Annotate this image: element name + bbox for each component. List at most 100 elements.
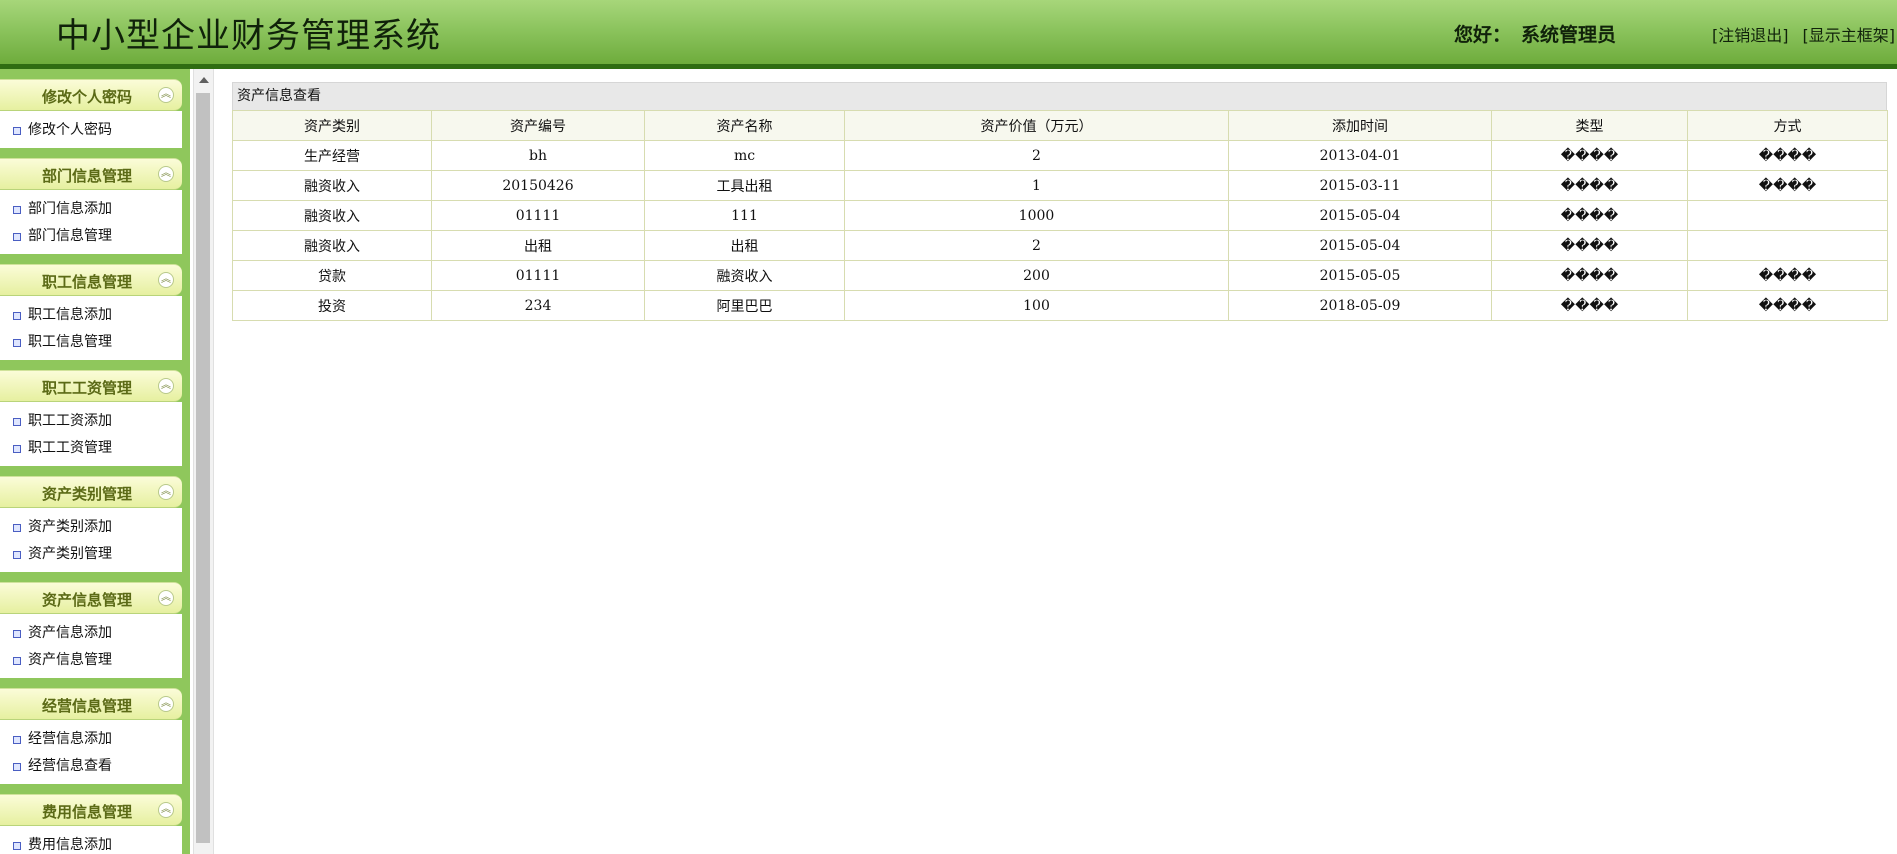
table-cell: 2015-05-04: [1228, 230, 1492, 261]
table-cell: 20150426: [431, 170, 645, 201]
menu-group-header[interactable]: 经营信息管理 ︽: [0, 688, 182, 720]
greeting-label: 您好：: [1454, 24, 1512, 46]
menu-item-label: 职工信息管理: [28, 334, 112, 350]
menu-item-list: 资产类别添加资产类别管理: [0, 508, 182, 572]
menu-item[interactable]: 职工工资管理: [0, 435, 182, 462]
menu-item[interactable]: 部门信息添加: [0, 196, 182, 223]
menu-item-label: 职工信息添加: [28, 307, 112, 323]
menu-group-header[interactable]: 修改个人密码 ︽: [0, 79, 182, 111]
sidebar-scrollbar[interactable]: [193, 69, 214, 854]
menu-group-header[interactable]: 费用信息管理 ︽: [0, 794, 182, 826]
menu-item-label: 资产类别添加: [28, 519, 112, 535]
menu-item[interactable]: 资产信息添加: [0, 620, 182, 647]
menu-group-header[interactable]: 部门信息管理 ︽: [0, 158, 182, 190]
table-cell: 融资收入: [232, 230, 432, 261]
menu-item[interactable]: 职工信息管理: [0, 329, 182, 356]
show-main-frame-link[interactable]: [显示主框架]: [1803, 22, 1896, 46]
table-cell: 1000: [844, 200, 1229, 231]
table-cell: 2013-04-01: [1228, 140, 1492, 171]
double-chevron-up-icon[interactable]: ︽: [158, 590, 174, 606]
menu-group-title: 职工信息管理: [42, 273, 133, 291]
table-row: 融资收入 01111 111 1000 2015-05-04 ����: [232, 200, 1888, 231]
table-cell: [1687, 230, 1888, 261]
menu-item[interactable]: 经营信息添加: [0, 726, 182, 753]
menu-group: 职工工资管理 ︽ 职工工资添加 职工工资管理: [0, 370, 182, 466]
table-cell: 01111: [431, 260, 645, 291]
menu-group-header[interactable]: 职工信息管理 ︽: [0, 264, 182, 296]
bullet-square-icon: [13, 630, 21, 638]
bullet-square-icon: [13, 445, 21, 453]
double-chevron-up-icon[interactable]: ︽: [158, 166, 174, 182]
column-header: 类型: [1491, 110, 1688, 141]
menu-group-header[interactable]: 资产类别管理 ︽: [0, 476, 182, 508]
menu-item[interactable]: 费用信息添加: [0, 832, 182, 854]
table-body: 生产经营 bh mc 2 2013-04-01 ���� ���� 融资收入 20150426 工…: [232, 140, 1888, 321]
table-cell: 融资收入: [232, 170, 432, 201]
menu-item[interactable]: 职工工资添加: [0, 408, 182, 435]
table-cell: 出租: [431, 230, 645, 261]
table-cell: 1: [844, 170, 1229, 201]
menu-group-header[interactable]: 职工工资管理 ︽: [0, 370, 182, 402]
table-cell: 2: [844, 230, 1229, 261]
menu-group-title: 资产信息管理: [42, 591, 133, 609]
menu-group-header[interactable]: 资产信息管理 ︽: [0, 582, 182, 614]
double-chevron-up-icon[interactable]: ︽: [158, 272, 174, 288]
menu-item-label: 部门信息管理: [28, 228, 112, 244]
table-cell: ����: [1491, 200, 1688, 231]
menu-item[interactable]: 资产信息管理: [0, 647, 182, 674]
menu-item[interactable]: 部门信息管理: [0, 223, 182, 250]
menu-item-list: 费用信息添加: [0, 826, 182, 854]
table-cell: 出租: [644, 230, 845, 261]
double-chevron-up-icon[interactable]: ︽: [158, 484, 174, 500]
asset-table: 资产类别 资产编号 资产名称 资产价值（万元） 添加时间 类型 方式 生产经营 bh mc 2 20…: [232, 110, 1888, 321]
table-cell: ����: [1491, 230, 1688, 261]
logout-link[interactable]: [注销退出]: [1712, 22, 1789, 46]
bullet-square-icon: [13, 312, 21, 320]
menu-group: 资产类别管理 ︽ 资产类别添加 资产类别管理: [0, 476, 182, 572]
table-cell: 贷款: [232, 260, 432, 291]
table-cell: ����: [1687, 290, 1888, 321]
double-chevron-up-icon[interactable]: ︽: [158, 378, 174, 394]
menu-group: 经营信息管理 ︽ 经营信息添加 经营信息查看: [0, 688, 182, 784]
menu-item[interactable]: 修改个人密码: [0, 117, 182, 144]
double-chevron-up-icon[interactable]: ︽: [158, 87, 174, 103]
menu-group-title: 修改个人密码: [42, 88, 133, 106]
table-cell: 200: [844, 260, 1229, 291]
table-cell: 2015-03-11: [1228, 170, 1492, 201]
menu-group: 职工信息管理 ︽ 职工信息添加 职工信息管理: [0, 264, 182, 360]
menu-item[interactable]: 经营信息查看: [0, 753, 182, 780]
menu-item-label: 经营信息查看: [28, 758, 112, 774]
menu-group-title: 部门信息管理: [42, 167, 133, 185]
menu-group: 修改个人密码 ︽ 修改个人密码: [0, 79, 182, 148]
menu-item[interactable]: 资产类别添加: [0, 514, 182, 541]
table-cell: ����: [1491, 170, 1688, 201]
table-cell: bh: [431, 140, 645, 171]
table-row: 贷款 01111 融资收入 200 2015-05-05 ���� ����: [232, 260, 1888, 291]
menu-item-list: 职工工资添加职工工资管理: [0, 402, 182, 466]
double-chevron-up-icon[interactable]: ︽: [158, 802, 174, 818]
app-title: 中小型企业财务管理系统: [56, 16, 441, 56]
menu-item-list: 修改个人密码: [0, 111, 182, 148]
menu-item[interactable]: 职工信息添加: [0, 302, 182, 329]
double-chevron-up-icon[interactable]: ︽: [158, 696, 174, 712]
table-cell: 01111: [431, 200, 645, 231]
menu-item[interactable]: 资产类别管理: [0, 541, 182, 568]
menu-item-label: 职工工资添加: [28, 413, 112, 429]
table-cell: 生产经营: [232, 140, 432, 171]
menu-item-list: 职工信息添加 职工信息管理: [0, 296, 182, 360]
menu-item-label: 资产信息添加: [28, 625, 112, 641]
menu-group-title: 职工工资管理: [42, 379, 133, 397]
bullet-square-icon: [13, 524, 21, 532]
menu-group: 资产信息管理 ︽ 资产信息添加 资产信息管理: [0, 582, 182, 678]
table-cell: 工具出租: [644, 170, 845, 201]
bullet-square-icon: [13, 657, 21, 665]
table-cell: ����: [1687, 260, 1888, 291]
scrollbar-thumb[interactable]: [196, 93, 210, 843]
scroll-up-arrow-icon[interactable]: [199, 77, 209, 83]
menu-item-label: 费用信息添加: [28, 837, 112, 853]
table-cell: ����: [1687, 140, 1888, 171]
table-row: 融资收入 20150426 工具出租 1 2015-03-11 ���� ����: [232, 170, 1888, 201]
table-cell: 234: [431, 290, 645, 321]
menu-item-label: 部门信息添加: [28, 201, 112, 217]
menu-item-label: 经营信息添加: [28, 731, 112, 747]
